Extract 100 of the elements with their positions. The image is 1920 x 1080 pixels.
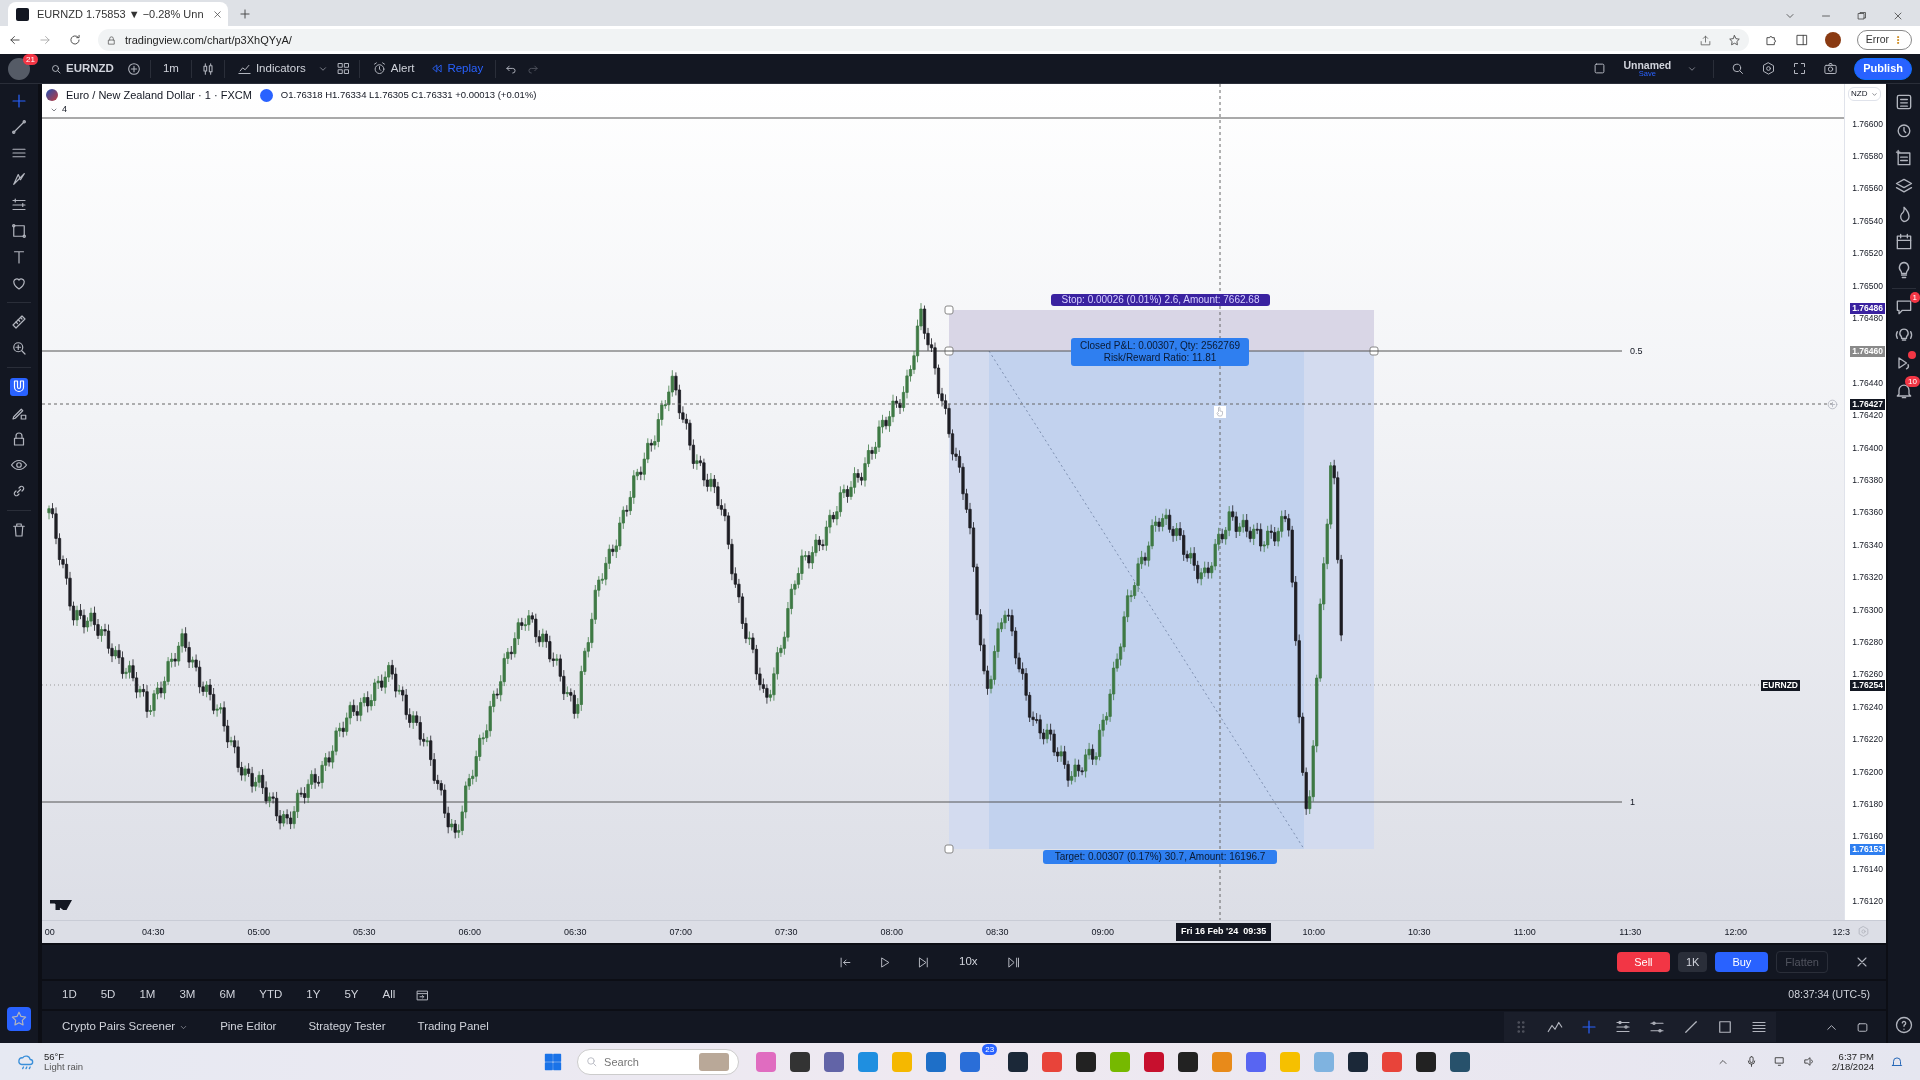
buy-button[interactable]: Buy	[1715, 951, 1769, 973]
panel-tab[interactable]: Strategy Tester	[304, 1018, 390, 1036]
trash-icon[interactable]	[10, 521, 28, 539]
grid-icon[interactable]	[335, 61, 351, 76]
share-icon[interactable]	[1698, 33, 1712, 47]
symbol-search-button[interactable]: EURNZD	[46, 59, 118, 78]
app-icon[interactable]	[1348, 1051, 1369, 1072]
range-button[interactable]: 3M	[175, 986, 200, 1004]
target-label: Target: 0.00307 (0.17%) 30.7, Amount: 16196.7	[1043, 850, 1277, 864]
notification-badge: 1	[1909, 292, 1920, 303]
layout-name[interactable]: Unnamed	[1623, 59, 1672, 70]
settings-icon[interactable]	[1761, 61, 1777, 76]
publish-button[interactable]: Publish	[1854, 57, 1912, 80]
range-button[interactable]: 1D	[58, 986, 81, 1004]
currency-select[interactable]: NZD	[1848, 87, 1882, 101]
app-icon[interactable]	[1008, 1051, 1029, 1072]
stop-label: Stop: 0.00026 (0.01%) 2.6, Amount: 7662.68	[1051, 294, 1270, 306]
speaker-icon[interactable]	[1802, 1055, 1816, 1068]
plus-circle-icon[interactable]	[125, 60, 142, 77]
sell-button[interactable]: Sell	[1616, 951, 1670, 973]
price-tick: 1.76180	[1852, 799, 1883, 809]
calendar-icon[interactable]	[1894, 232, 1914, 252]
time-tick: 07:30	[775, 926, 798, 939]
zoom-in-icon[interactable]	[10, 339, 28, 357]
price-tick: 1.76360	[1852, 508, 1883, 518]
reload-icon[interactable]	[68, 33, 82, 47]
range-button[interactable]: All	[378, 986, 400, 1004]
bell-icon[interactable]	[1890, 1054, 1904, 1069]
rectangle-icon[interactable]	[10, 222, 28, 240]
price-tick: 1.76540	[1852, 216, 1883, 226]
price-tick: 1.76580	[1852, 151, 1883, 161]
replay-button[interactable]: Replay	[426, 59, 488, 78]
url-text[interactable]: tradingview.com/chart/p3XhQYyA/	[125, 31, 292, 49]
speed-button[interactable]: 10x	[955, 953, 982, 971]
start-icon[interactable]	[543, 1051, 564, 1072]
indicator-count[interactable]: 4	[62, 103, 67, 117]
jump-end-icon[interactable]	[1005, 954, 1021, 970]
list-icon[interactable]	[1894, 92, 1914, 112]
close-icon[interactable]	[211, 8, 223, 20]
profile-avatar[interactable]	[1824, 32, 1841, 48]
symbol-marker: EURNZD	[1760, 679, 1800, 691]
range-button[interactable]: 5D	[96, 986, 120, 1004]
time-tick: 12:00	[1724, 926, 1747, 939]
restore-icon[interactable]	[1856, 10, 1868, 22]
time-tick: 11:30	[1619, 926, 1642, 939]
app-icon[interactable]	[1178, 1051, 1199, 1072]
browser-tab[interactable]: EURNZD 1.75853 ▼ −0.28% Unn	[8, 2, 228, 26]
help-icon[interactable]	[1894, 1015, 1914, 1035]
price-tick: 1.76160	[1852, 832, 1883, 842]
time-tick: 06:30	[564, 926, 587, 939]
panel-tab[interactable]: Trading Panel	[413, 1018, 493, 1036]
line-tool-icon[interactable]	[1682, 1018, 1700, 1036]
alert-button[interactable]: Alert	[367, 59, 419, 78]
price-tick: 1.76240	[1852, 702, 1883, 712]
time-tick: 10:00	[1302, 926, 1325, 939]
time-tick: 11:00	[1513, 926, 1536, 939]
search-icon[interactable]	[1730, 61, 1746, 76]
calendar-range-icon[interactable]	[415, 987, 431, 1003]
price-marker: 1.76486	[1850, 302, 1885, 314]
crosshair-time-label: Fri 16 Feb '24 09:35	[1176, 923, 1272, 941]
pitchfork-icon[interactable]	[10, 170, 28, 188]
close-icon[interactable]	[1892, 10, 1904, 22]
panel-tab[interactable]: Crypto Pairs Screener	[58, 1018, 193, 1036]
price-tick: 1.76480	[1852, 313, 1883, 323]
square-icon[interactable]	[1592, 61, 1608, 76]
back-icon[interactable]	[8, 33, 22, 47]
time-tick: 07:00	[669, 926, 692, 939]
time-tick: 04:30	[142, 926, 165, 939]
ruler-icon[interactable]	[10, 313, 28, 331]
notes-icon[interactable]	[1894, 148, 1914, 168]
chevron-down-icon	[1871, 90, 1879, 98]
fullscreen-icon[interactable]	[1792, 61, 1808, 76]
side-panel-icon[interactable]	[1794, 33, 1809, 47]
price-tick: 1.76300	[1852, 605, 1883, 615]
range-button[interactable]: 6M	[215, 986, 240, 1004]
app-icon[interactable]	[1416, 1051, 1437, 1072]
range-button[interactable]: 1M	[135, 986, 160, 1004]
panel-tab[interactable]: Pine Editor	[216, 1018, 281, 1036]
time-tick: 05:00	[247, 926, 270, 939]
range-button[interactable]: 1Y	[302, 986, 325, 1004]
notification-badge: 21	[23, 53, 38, 65]
quantity-button[interactable]: 1K	[1677, 951, 1708, 973]
camera-icon[interactable]	[1823, 61, 1839, 76]
indicators-button[interactable]: Indicators	[232, 59, 310, 78]
symbol-logo-icon	[46, 89, 58, 102]
range-button[interactable]: YTD	[255, 986, 287, 1004]
app-icon[interactable]	[790, 1051, 811, 1072]
rectangle-icon[interactable]	[1716, 1018, 1734, 1036]
range-button[interactable]: 5Y	[340, 986, 363, 1004]
weather-text: Light rain	[44, 1061, 84, 1071]
line-tool-icon[interactable]	[10, 118, 28, 136]
puzzle-icon[interactable]	[1764, 33, 1779, 47]
network-icon[interactable]	[1773, 1055, 1787, 1068]
star-icon[interactable]	[1727, 33, 1741, 47]
app-icon[interactable]	[1076, 1051, 1097, 1072]
app-icon[interactable]	[1450, 1051, 1471, 1072]
magnet-icon[interactable]	[10, 378, 28, 396]
price-tick: 1.76140	[1852, 864, 1883, 874]
temperature-text: 56°F	[44, 1052, 66, 1062]
interval-button[interactable]: 1m	[158, 59, 183, 78]
